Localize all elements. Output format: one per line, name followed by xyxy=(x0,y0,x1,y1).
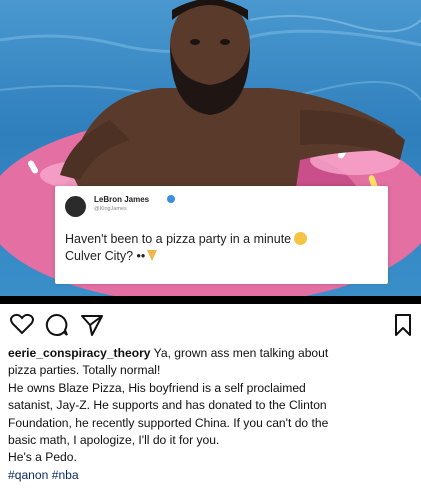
post-username[interactable]: eerie_conspiracy_theory xyxy=(8,346,151,360)
caption-line: Ya, grown ass men talking about xyxy=(153,346,329,360)
tweet-handle: @KingJames xyxy=(94,206,127,212)
thinking-face-icon xyxy=(294,232,308,245)
post-photo[interactable]: LeBron James @KingJames Haven't been to … xyxy=(0,0,421,296)
caption-line: He owns Blaze Pizza, His boyfriend is a … xyxy=(8,380,306,395)
caption-line: basic math, I apologize, I'll do it for … xyxy=(8,433,220,448)
tweet-line-1-text: Haven't been to a pizza party in a minut… xyxy=(65,232,292,246)
tweet-line-1: Haven't been to a pizza party in a minut… xyxy=(65,231,383,248)
comment-icon[interactable] xyxy=(45,313,69,337)
caption-line: Foundation, he recently supported China.… xyxy=(8,415,329,430)
caption-line: satanist, Jay-Z. He supports and has don… xyxy=(8,398,327,413)
tweet-text: Haven't been to a pizza party in a minut… xyxy=(65,231,383,265)
avatar xyxy=(65,196,86,217)
bookmark-icon[interactable] xyxy=(393,313,413,337)
verified-badge-icon xyxy=(167,195,175,203)
share-icon[interactable] xyxy=(80,313,104,337)
hashtags[interactable]: #qanon #nba xyxy=(8,467,418,484)
tweet-line-2-text: Culver City? •• xyxy=(65,249,146,263)
caption-first-line: eerie_conspiracy_theory Ya, grown ass me… xyxy=(8,345,418,362)
post-caption: eerie_conspiracy_theory Ya, grown ass me… xyxy=(8,345,418,484)
tweet-author-name: LeBron James xyxy=(94,195,150,204)
caption-line: He's a Pedo. xyxy=(8,450,77,465)
caption-line: pizza parties. Totally normal! xyxy=(8,363,161,378)
post-action-bar xyxy=(0,304,421,344)
tweet-line-2: Culver City? •• xyxy=(65,248,383,265)
embedded-tweet-card: LeBron James @KingJames Haven't been to … xyxy=(55,186,388,284)
photo-border xyxy=(0,296,421,304)
heart-icon[interactable] xyxy=(10,313,34,335)
pizza-icon xyxy=(147,250,158,261)
